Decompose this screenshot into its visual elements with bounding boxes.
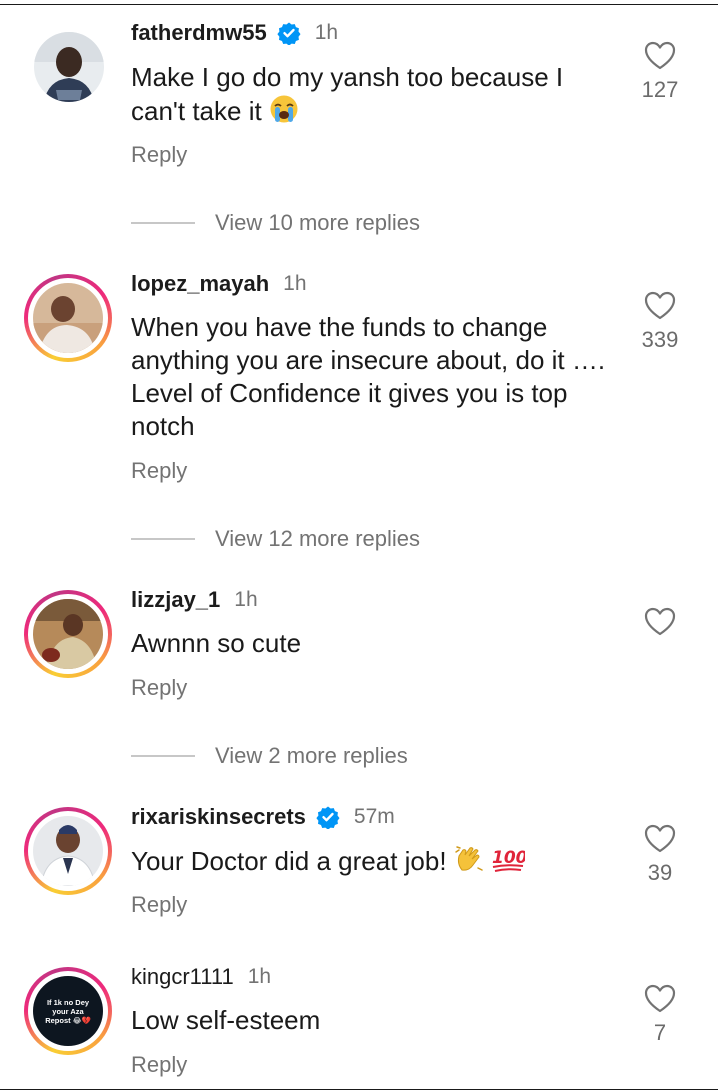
reply-button[interactable]: Reply <box>131 675 187 701</box>
heart-outline-icon <box>644 41 676 70</box>
avatar-caption: If 1k no Dey your Aza Repost 😂💔 <box>45 997 91 1025</box>
like-button[interactable]: 39 <box>640 824 680 886</box>
like-button[interactable]: 7 <box>640 984 680 1046</box>
like-count: 39 <box>647 860 673 885</box>
comment-text: Low self-esteem <box>131 1005 321 1035</box>
username[interactable]: lizzjay_1 <box>131 587 220 613</box>
view-more-replies-label: View 10 more replies <box>215 210 421 235</box>
view-more-replies[interactable]: View 2 more replies <box>131 740 408 772</box>
verified-badge-icon <box>277 22 301 45</box>
like-button[interactable]: 339 <box>640 291 680 353</box>
comment-text: Make I go do my yansh too because I can'… <box>131 62 564 126</box>
avatar[interactable] <box>34 32 104 102</box>
heart-outline-icon <box>644 984 676 1013</box>
like-button[interactable]: 127 <box>640 41 680 103</box>
comment-text: Awnnn so cute <box>131 628 302 658</box>
comment-text: Your Doctor did a great job! 100 <box>131 844 611 878</box>
top-divider <box>0 4 718 5</box>
like-count: 127 <box>641 77 679 102</box>
heart-outline-icon <box>644 824 676 853</box>
comment-time: 1h <box>234 588 258 611</box>
like-count: 339 <box>641 327 679 352</box>
avatar[interactable]: If 1k no Dey your Aza Repost 😂💔 <box>24 967 112 1055</box>
crying-face-emoji-icon <box>270 95 298 123</box>
comment-time: 1h <box>314 21 339 44</box>
comment-time: 57m <box>353 805 395 828</box>
clapping-hands-emoji-icon <box>455 846 483 871</box>
view-more-replies-label: View 2 more replies <box>215 743 408 768</box>
comment-time: 1h <box>283 272 307 295</box>
avatar[interactable] <box>24 590 112 678</box>
reply-button[interactable]: Reply <box>131 142 187 168</box>
like-button[interactable] <box>640 607 680 643</box>
bottom-divider <box>0 1089 718 1090</box>
divider-line <box>131 222 195 224</box>
reply-button[interactable]: Reply <box>131 458 187 484</box>
username[interactable]: lopez_mayah <box>131 271 269 297</box>
username[interactable]: fatherdmw55 <box>131 20 267 46</box>
view-more-replies[interactable]: View 10 more replies <box>131 207 420 239</box>
heart-outline-icon <box>644 291 676 320</box>
divider-line <box>131 755 195 757</box>
heart-outline-icon <box>644 607 676 636</box>
username[interactable]: kingcr1111 <box>131 964 234 990</box>
divider-line <box>131 538 195 540</box>
verified-badge-icon <box>316 806 340 829</box>
avatar[interactable] <box>24 274 112 362</box>
username[interactable]: rixariskinsecrets <box>131 804 306 830</box>
hundred-points-emoji-icon: 100 <box>492 848 525 872</box>
view-more-replies-label: View 12 more replies <box>215 526 421 551</box>
reply-button[interactable]: Reply <box>131 1052 187 1078</box>
comment-time: 1h <box>247 965 272 988</box>
avatar[interactable] <box>24 807 112 895</box>
reply-button[interactable]: Reply <box>131 892 187 918</box>
comment-text: When you have the funds to change anythi… <box>131 312 606 441</box>
like-count: 7 <box>653 1020 667 1045</box>
view-more-replies[interactable]: View 12 more replies <box>131 523 420 555</box>
